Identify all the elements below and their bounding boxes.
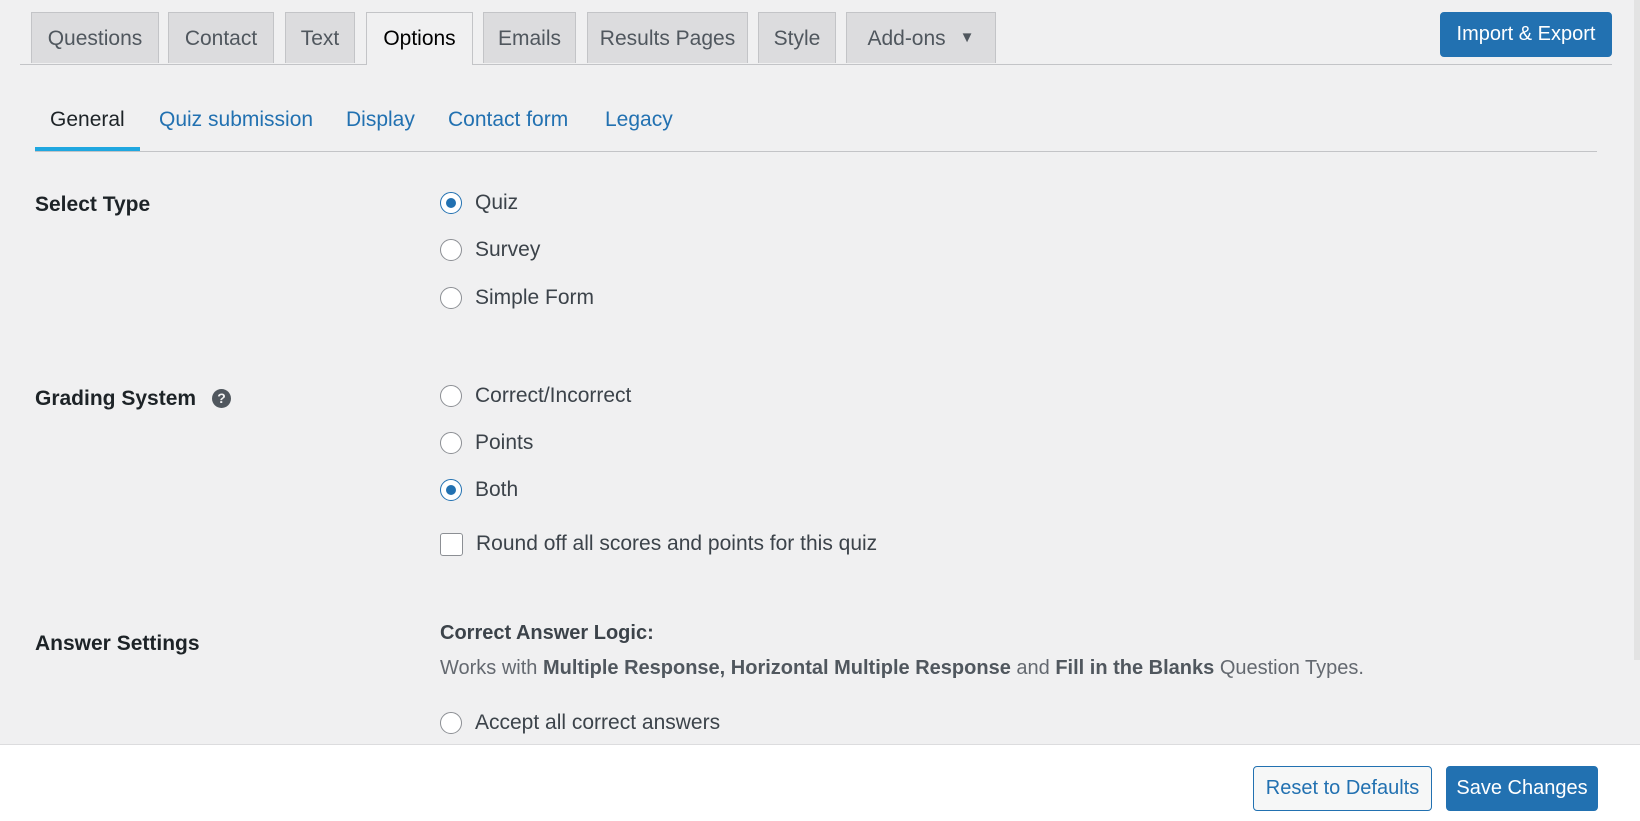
options-sub-tab-bar: General Quiz submission Display Contact … [35, 100, 1597, 152]
type-survey-label: Survey [475, 238, 541, 261]
tab-add-ons[interactable]: Add-ons ▼ [846, 12, 996, 63]
reset-to-defaults-button[interactable]: Reset to Defaults [1253, 766, 1432, 811]
save-changes-button[interactable]: Save Changes [1446, 766, 1598, 811]
options-tab-bar: Questions Contact Text Options Emails Re… [20, 0, 1612, 65]
description-suffix: Question Types. [1219, 657, 1364, 679]
round-off-scores-label: Round off all scores and points for this… [476, 532, 878, 555]
import-export-button[interactable]: Import & Export [1440, 12, 1612, 57]
grading-correct-incorrect-option[interactable]: Correct/Incorrect [440, 382, 631, 410]
type-quiz-option[interactable]: Quiz [440, 189, 518, 217]
select-type-label: Select Type [35, 193, 151, 216]
grading-both-label: Both [475, 478, 519, 501]
question-type-multiple-response: Multiple Response, [542, 657, 726, 679]
type-simple-form-label: Simple Form [475, 286, 595, 309]
subtab-general[interactable]: General [35, 100, 140, 151]
grading-both-option[interactable]: Both [440, 476, 518, 504]
tab-style[interactable]: Style [758, 12, 836, 63]
type-survey-radio[interactable] [440, 239, 462, 261]
type-quiz-label: Quiz [475, 191, 519, 214]
tab-results-pages[interactable]: Results Pages [587, 12, 748, 63]
accept-all-correct-option[interactable]: Accept all correct answers [440, 709, 720, 737]
type-simple-form-radio[interactable] [440, 287, 462, 309]
grading-system-label-row: Grading System? [35, 387, 232, 411]
grading-correct-incorrect-radio[interactable] [440, 385, 462, 407]
tab-contact[interactable]: Contact [168, 12, 274, 63]
accept-all-correct-label: Accept all correct answers [475, 711, 721, 734]
round-off-scores-option[interactable]: Round off all scores and points for this… [440, 530, 877, 558]
accept-all-correct-radio[interactable] [440, 712, 462, 734]
correct-answer-logic-description: Works with Multiple Response, Horizontal… [440, 657, 1364, 680]
subtab-contact-form[interactable]: Contact form [448, 100, 568, 151]
grading-system-label: Grading System [35, 387, 197, 410]
subtab-display[interactable]: Display [346, 100, 415, 151]
type-quiz-radio[interactable] [440, 192, 462, 214]
footer-bar: Reset to Defaults Save Changes [0, 744, 1640, 821]
grading-correct-incorrect-label: Correct/Incorrect [475, 384, 632, 407]
grading-points-radio[interactable] [440, 432, 462, 454]
chevron-down-icon: ▼ [959, 29, 975, 46]
page-scrollbar[interactable] [1634, 0, 1640, 660]
description-prefix: Works with [440, 657, 538, 679]
type-simple-form-option[interactable]: Simple Form [440, 284, 594, 312]
subtab-legacy[interactable]: Legacy [605, 100, 673, 151]
grading-points-option[interactable]: Points [440, 429, 533, 457]
tab-questions[interactable]: Questions [31, 12, 159, 63]
question-type-fill-in-the-blanks: Fill in the Blanks [1055, 657, 1215, 679]
round-off-scores-checkbox[interactable] [440, 532, 463, 556]
subtab-quiz-submission[interactable]: Quiz submission [159, 100, 313, 151]
help-icon[interactable]: ? [212, 389, 232, 408]
tab-text[interactable]: Text [285, 12, 355, 63]
tab-options[interactable]: Options [366, 12, 473, 65]
tab-add-ons-label: Add-ons [867, 27, 946, 50]
answer-settings-label: Answer Settings [35, 632, 200, 655]
tab-emails[interactable]: Emails [483, 12, 576, 63]
description-and: and [1016, 657, 1050, 679]
question-type-horizontal-multiple-response: Horizontal Multiple Response [730, 657, 1011, 679]
grading-points-label: Points [475, 431, 534, 454]
correct-answer-logic-heading: Correct Answer Logic: [440, 622, 654, 644]
grading-both-radio[interactable] [440, 479, 462, 501]
type-survey-option[interactable]: Survey [440, 236, 540, 264]
